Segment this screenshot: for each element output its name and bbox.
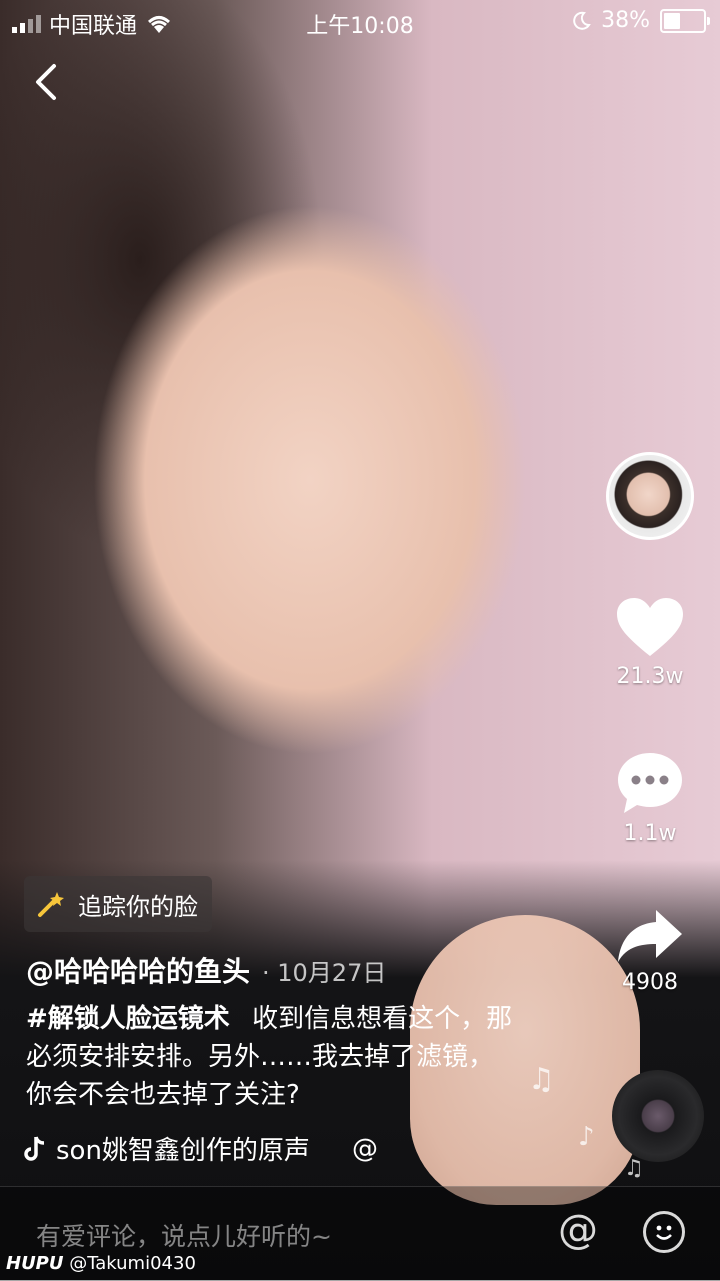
comment-count: 1.1w xyxy=(623,821,677,846)
comment-icon xyxy=(618,753,682,813)
music-title: son姚智鑫创作的原声 xyxy=(56,1136,310,1166)
music-info[interactable]: son姚智鑫创作的原声 @ xyxy=(24,1130,378,1167)
share-icon xyxy=(618,910,682,962)
video-caption: #解锁人脸运镜术 收到信息想看这个，那必须安排安排。另外……我去掉了滤镜，你会不… xyxy=(26,1000,516,1114)
comment-button[interactable]: 1.1w xyxy=(616,751,684,846)
back-icon[interactable] xyxy=(28,58,68,106)
share-count: 4908 xyxy=(622,970,678,995)
author-line: @哈哈哈哈的鱼头 · 10月27日 xyxy=(26,950,386,990)
author-avatar[interactable] xyxy=(606,452,694,540)
battery-percent: 38% xyxy=(601,8,650,33)
watermark-brand: HUPU xyxy=(6,1253,64,1274)
like-count: 21.3w xyxy=(616,664,684,689)
effect-tag[interactable]: 追踪你的脸 xyxy=(24,876,212,932)
battery-icon xyxy=(660,8,710,33)
watermark: HUPU @Takumi0430 xyxy=(6,1253,196,1274)
mention-button[interactable]: @ xyxy=(558,1207,598,1253)
action-rail: 21.3w 1.1w 4908 xyxy=(602,452,698,995)
heart-icon xyxy=(617,598,683,656)
status-bar: 中国联通 上午10:08 38% xyxy=(0,0,720,40)
music-note-icon: ♫ xyxy=(528,1062,555,1097)
like-button[interactable]: 21.3w xyxy=(615,596,685,689)
emoji-icon[interactable] xyxy=(643,1211,685,1253)
hashtag-link[interactable]: #解锁人脸运镜术 xyxy=(26,1004,230,1034)
music-note-icon: ♪ xyxy=(578,1122,595,1152)
author-name[interactable]: @哈哈哈哈的鱼头 xyxy=(26,950,250,990)
music-disc[interactable] xyxy=(612,1070,704,1162)
watermark-handle: @Takumi0430 xyxy=(69,1253,196,1274)
post-date: · 10月27日 xyxy=(262,959,387,987)
comment-input[interactable]: 有爱评论，说点儿好听的~ xyxy=(36,1217,332,1253)
share-button[interactable]: 4908 xyxy=(616,908,684,995)
moon-icon xyxy=(573,11,591,30)
music-at: @ xyxy=(351,1133,378,1164)
wand-icon xyxy=(38,892,64,917)
tiktok-note-icon xyxy=(24,1135,45,1161)
effect-tag-label: 追踪你的脸 xyxy=(78,892,198,921)
music-note-icon: ♫ xyxy=(624,1156,644,1181)
